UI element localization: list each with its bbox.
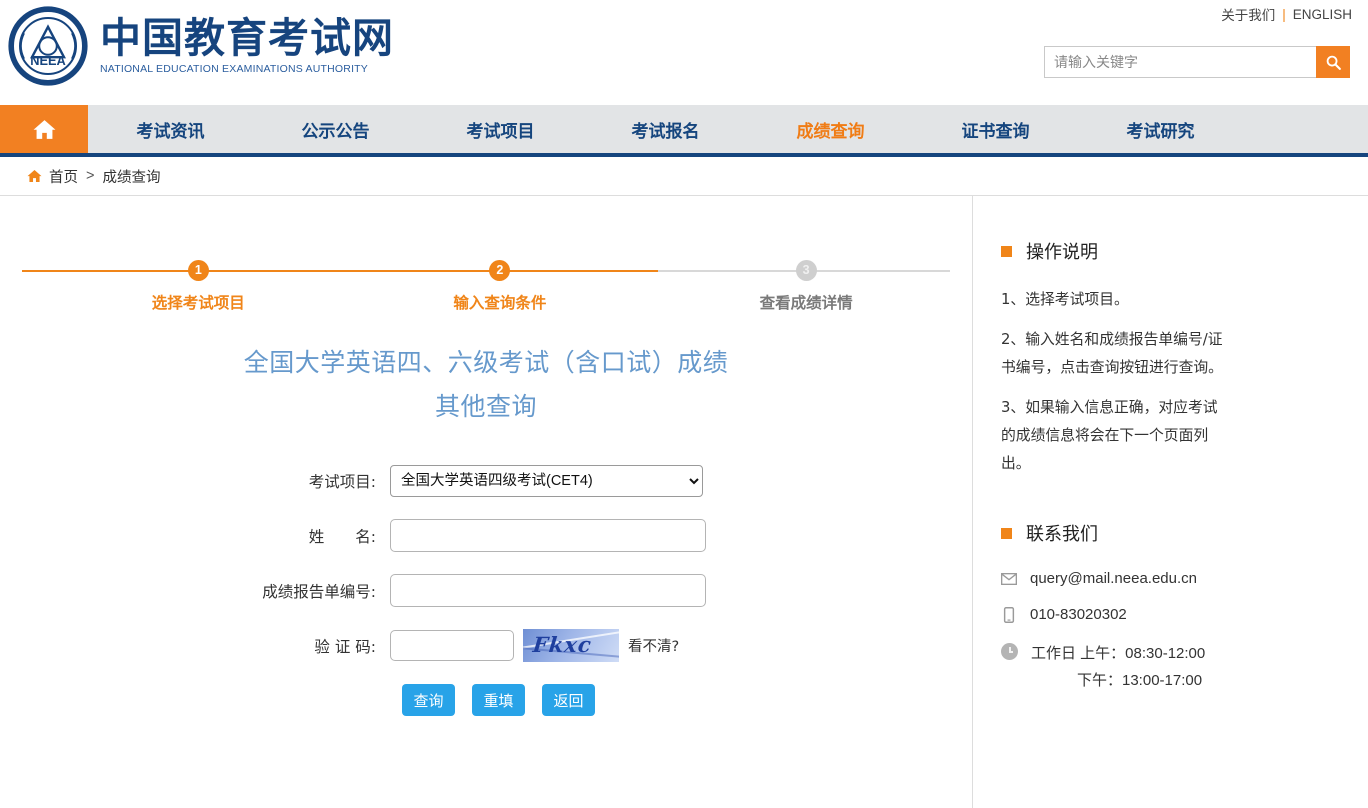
svg-text:NEEA: NEEA <box>30 53 66 68</box>
about-us-link[interactable]: 关于我们 <box>1221 4 1275 24</box>
step-2-number: 2 <box>489 260 511 281</box>
instructions-title: 操作说明 <box>1026 242 1098 263</box>
nav-home-button[interactable] <box>0 105 88 153</box>
captcha-image-text: Fkxc <box>531 632 594 657</box>
page-title-line1: 全国大学英语四、六级考试（含口试）成绩 <box>243 348 729 377</box>
phone-icon <box>1003 607 1015 623</box>
page-title: 全国大学英语四、六级考试（含口试）成绩 其他查询 <box>0 341 972 429</box>
site-header: NEEA 中国教育考试网 NATIONAL EDUCATION EXAMINAT… <box>0 0 1368 105</box>
breadcrumb-separator: > <box>86 168 95 184</box>
instruction-item-2: 2、输入姓名和成绩报告单编号/证书编号，点击查询按钮进行查询。 <box>1001 331 1223 376</box>
contact-phone: 010-83020302 <box>1030 606 1127 623</box>
instruction-item-3: 3、如果输入信息正确，对应考试的成绩信息将会在下一个页面列出。 <box>1001 399 1218 472</box>
report-number-label: 成绩报告单编号: <box>262 582 376 601</box>
main-navigation: 考试资讯 公示公告 考试项目 考试报名 成绩查询 证书查询 考试研究 <box>0 105 1368 157</box>
nav-item-exam-registration[interactable]: 考试报名 <box>583 117 748 142</box>
report-number-control <box>390 574 706 607</box>
captcha-image[interactable]: Fkxc <box>523 629 619 662</box>
breadcrumb: 首页 > 成绩查询 <box>0 157 1368 196</box>
page-body: 1 选择考试项目 2 输入查询条件 3 查看成绩详情 全国大学英语四、六级考试（… <box>0 196 1368 808</box>
name-label: 姓 名: <box>308 527 376 546</box>
nav-items: 考试资讯 公示公告 考试项目 考试报名 成绩查询 证书查询 考试研究 <box>88 105 1368 153</box>
form-row-report-number: 成绩报告单编号: <box>0 574 972 607</box>
search-input[interactable] <box>1044 46 1316 78</box>
contact-email[interactable]: query@mail.neea.edu.cn <box>1030 568 1197 590</box>
step-1-label: 选择考试项目 <box>151 294 245 312</box>
orange-square-icon <box>1001 527 1012 539</box>
hours-afternoon: 下午：13:00-17:00 <box>1077 672 1203 689</box>
step-3-label: 查看成绩详情 <box>759 294 853 312</box>
main-content: 1 选择考试项目 2 输入查询条件 3 查看成绩详情 全国大学英语四、六级考试（… <box>0 196 973 808</box>
contact-heading: 联系我们 <box>1001 520 1368 546</box>
nav-item-exam-research[interactable]: 考试研究 <box>1078 117 1243 142</box>
contact-email-row: query@mail.neea.edu.cn <box>1001 568 1368 590</box>
contact-hours-row: 工作日 上午：08:30-12:00 下午：13:00-17:00 <box>1001 640 1368 694</box>
form-row-name: 姓 名: <box>0 519 972 552</box>
nav-item-announcements[interactable]: 公示公告 <box>253 117 418 142</box>
captcha-label: 验 证 码: <box>314 637 376 656</box>
step-3: 3 查看成绩详情 <box>726 251 886 313</box>
mail-icon <box>1001 573 1017 585</box>
step-1: 1 选择考试项目 <box>118 251 278 313</box>
nav-item-exam-news[interactable]: 考试资讯 <box>88 117 253 142</box>
hours-morning: 工作日 上午：08:30-12:00 <box>1031 645 1206 662</box>
captcha-input[interactable] <box>390 630 514 661</box>
exam-project-select[interactable]: 全国大学英语四级考试(CET4) 全国大学英语六级考试(CET6) <box>390 465 703 497</box>
search-icon <box>1326 55 1341 70</box>
contact-title: 联系我们 <box>1026 524 1098 545</box>
nav-item-score-query[interactable]: 成绩查询 <box>748 117 913 142</box>
top-links: 关于我们 | ENGLISH <box>1221 4 1352 24</box>
nav-item-certificate-query[interactable]: 证书查询 <box>913 117 1078 142</box>
instruction-item-1: 1、选择考试项目。 <box>1001 291 1129 308</box>
logo-title-en: NATIONAL EDUCATION EXAMINATIONS AUTHORIT… <box>100 63 369 76</box>
captcha-control: Fkxc 看不清? <box>390 629 679 662</box>
home-icon <box>33 119 55 139</box>
form-row-exam: 考试项目: 全国大学英语四级考试(CET4) 全国大学英语六级考试(CET6) <box>0 465 972 497</box>
neea-seal-icon: NEEA <box>8 6 88 86</box>
captcha-refresh-link[interactable]: 看不清? <box>628 635 679 656</box>
contact-phone-row: 010-83020302 <box>1001 604 1368 626</box>
search-box <box>1044 46 1350 78</box>
form-row-captcha: 验 证 码: Fkxc 看不清? <box>0 629 972 662</box>
top-links-separator: | <box>1282 6 1286 22</box>
sidebar: 操作说明 1、选择考试项目。 2、输入姓名和成绩报告单编号/证书编号，点击查询按… <box>973 196 1368 808</box>
step-3-number: 3 <box>795 260 817 281</box>
query-button[interactable]: 查询 <box>402 684 455 716</box>
breadcrumb-current: 成绩查询 <box>102 169 161 186</box>
exam-project-label: 考试项目: <box>308 473 376 491</box>
step-2: 2 输入查询条件 <box>420 251 580 313</box>
exam-project-control: 全国大学英语四级考试(CET4) 全国大学英语六级考试(CET6) <box>390 465 703 497</box>
form-buttons: 查询 重填 返回 <box>402 684 972 716</box>
name-input[interactable] <box>390 519 706 552</box>
step-indicator: 1 选择考试项目 2 输入查询条件 3 查看成绩详情 <box>22 251 950 313</box>
logo-title-cn: 中国教育考试网 <box>100 13 394 62</box>
breadcrumb-home-link[interactable]: 首页 <box>49 166 78 187</box>
site-logo[interactable]: NEEA 中国教育考试网 NATIONAL EDUCATION EXAMINAT… <box>8 6 394 86</box>
score-query-form: 考试项目: 全国大学英语四级考试(CET4) 全国大学英语六级考试(CET6) … <box>0 465 972 716</box>
english-link[interactable]: ENGLISH <box>1293 7 1352 22</box>
orange-square-icon <box>1001 245 1012 257</box>
step-2-label: 输入查询条件 <box>453 294 547 312</box>
page-title-line2: 其他查询 <box>434 392 537 421</box>
report-number-input[interactable] <box>390 574 706 607</box>
nav-item-exam-projects[interactable]: 考试项目 <box>418 117 583 142</box>
home-icon <box>27 170 42 182</box>
name-control <box>390 519 706 552</box>
instructions-heading: 操作说明 <box>1001 238 1368 264</box>
reset-button[interactable]: 重填 <box>472 684 525 716</box>
contact-hours: 工作日 上午：08:30-12:00 下午：13:00-17:00 <box>1031 640 1205 694</box>
back-button[interactable]: 返回 <box>542 684 595 716</box>
step-1-number: 1 <box>187 260 209 281</box>
search-button[interactable] <box>1316 46 1350 78</box>
clock-icon <box>1001 643 1018 660</box>
